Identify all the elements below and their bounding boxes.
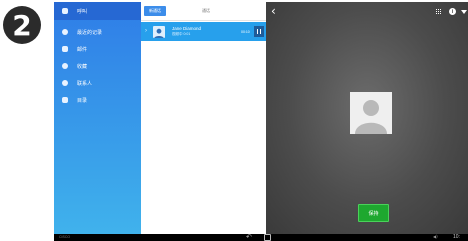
- caller-name: Jane Diamond: [172, 26, 202, 31]
- sidebar-item-label: 联系人: [77, 80, 93, 87]
- call-status: 视频中 0:01: [172, 32, 191, 36]
- tab-bar: 新通话 通话: [141, 2, 266, 21]
- sidebar: 呼叫 最近的记录 邮件 收藏 联系人 目录: [54, 2, 141, 234]
- dialpad-icon: [62, 8, 68, 14]
- mail-icon: [62, 46, 68, 52]
- sidebar-item-label: 呼叫: [77, 8, 88, 15]
- grid-icon[interactable]: [436, 9, 442, 15]
- sidebar-item-directory[interactable]: 目录: [54, 91, 141, 109]
- nav-home-icon[interactable]: [264, 234, 271, 241]
- tab-new-call[interactable]: 新通话: [144, 6, 166, 16]
- pause-icon: [256, 29, 259, 34]
- nav-back-icon[interactable]: ↶: [246, 233, 252, 241]
- step-number-badge: 2: [3, 6, 41, 44]
- directory-icon: [62, 97, 68, 103]
- sidebar-item-call[interactable]: 呼叫: [54, 2, 141, 20]
- sidebar-item-recents[interactable]: 最近的记录: [54, 23, 141, 41]
- clock-icon: [62, 29, 68, 35]
- hold-button[interactable]: 保持: [358, 204, 389, 222]
- brand-label: CISCO: [59, 235, 71, 239]
- tablet-frame: 呼叫 最近的记录 邮件 收藏 联系人 目录 新通话 通话 › Jane Diam…: [54, 2, 468, 241]
- chevron-down-icon[interactable]: [461, 10, 467, 14]
- sidebar-item-favorites[interactable]: 收藏: [54, 57, 141, 75]
- tablet-screen: 呼叫 最近的记录 邮件 收藏 联系人 目录 新通话 通话 › Jane Diam…: [54, 2, 468, 234]
- sidebar-item-label: 目录: [77, 97, 88, 104]
- avatar: [153, 26, 165, 38]
- sidebar-item-label: 邮件: [77, 46, 88, 53]
- sidebar-item-label: 最近的记录: [77, 29, 103, 36]
- call-duration: 00:10: [241, 30, 250, 34]
- active-call-row[interactable]: › Jane Diamond 视频中 0:01 00:10: [141, 22, 266, 41]
- chevron-right-icon: ›: [145, 28, 147, 34]
- pause-button[interactable]: [254, 26, 264, 37]
- status-clock: 10:: [453, 234, 460, 240]
- person-icon: [62, 80, 68, 86]
- android-nav-bar: CISCO ↶ ◀) 10:: [54, 233, 468, 241]
- sidebar-item-mail[interactable]: 邮件: [54, 40, 141, 58]
- caller-avatar: [350, 92, 392, 134]
- video-area: ‹ i 保持: [266, 2, 468, 234]
- info-icon[interactable]: i: [449, 8, 456, 15]
- tab-calls[interactable]: 通话: [195, 6, 217, 16]
- volume-icon: ◀): [433, 234, 438, 239]
- back-arrow-icon[interactable]: ‹: [271, 5, 276, 17]
- sidebar-item-label: 收藏: [77, 63, 88, 70]
- star-icon: [62, 63, 68, 69]
- sidebar-item-contacts[interactable]: 联系人: [54, 74, 141, 92]
- call-list-panel: 新通话 通话 › Jane Diamond 视频中 0:01 00:10: [141, 2, 266, 234]
